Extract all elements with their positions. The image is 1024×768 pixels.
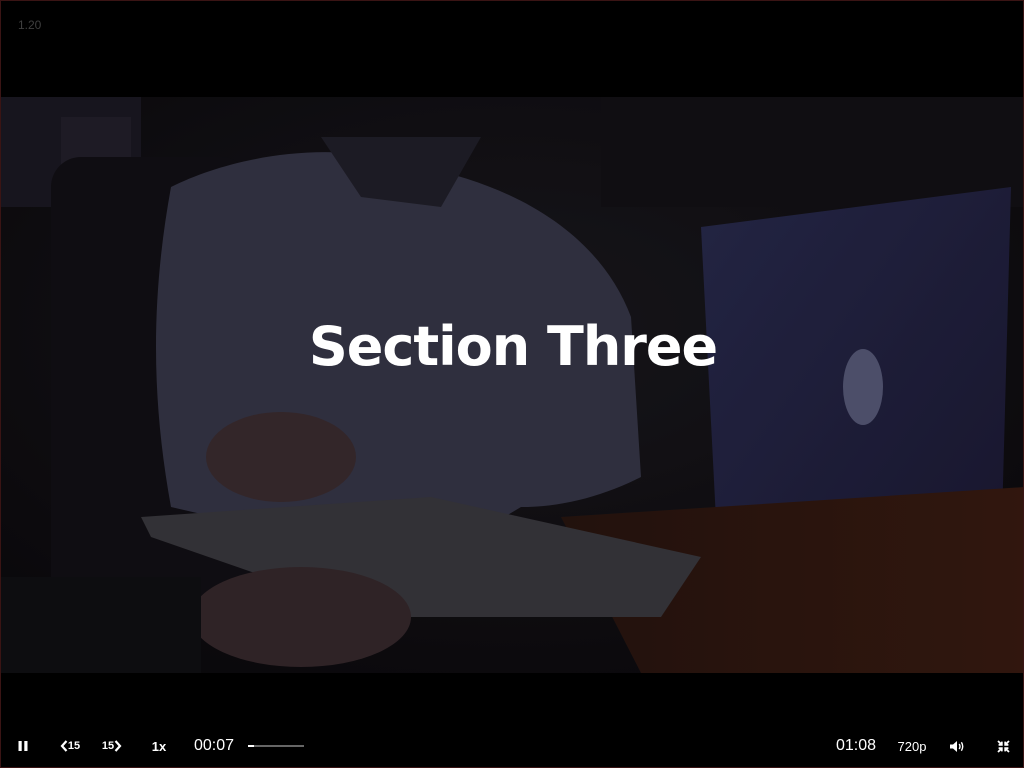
rewind-15-button[interactable]: 15: [57, 727, 83, 765]
progress-bar[interactable]: [248, 745, 304, 747]
forward-15-button[interactable]: 15: [99, 727, 125, 765]
section-title: Section Three: [308, 315, 718, 378]
volume-button[interactable]: [947, 727, 967, 765]
duration-time: 01:08: [836, 737, 877, 754]
quality-button[interactable]: 720p: [894, 727, 930, 765]
current-time: 00:07: [194, 737, 235, 754]
video-frame[interactable]: Section Three: [1, 97, 1023, 673]
video-player: 1.20 Section Three 15 15 1x 00:07 01:08 …: [0, 0, 1024, 768]
playback-speed-button[interactable]: 1x: [147, 727, 171, 765]
volume-icon: [950, 740, 964, 752]
version-label: 1.20: [18, 18, 42, 32]
forward-label: 15: [101, 740, 115, 752]
rewind-label: 15: [67, 740, 81, 752]
chevron-right-icon: [114, 740, 122, 752]
exit-fullscreen-icon: [996, 739, 1010, 753]
pause-button[interactable]: [11, 727, 35, 765]
pause-icon: [18, 741, 28, 751]
chevron-left-icon: [60, 740, 68, 752]
progress-fill: [248, 745, 254, 747]
video-dim-overlay: [1, 97, 1023, 673]
exit-fullscreen-button[interactable]: [993, 727, 1013, 765]
control-bar: 15 15 1x 00:07 01:08 720p: [1, 727, 1023, 767]
